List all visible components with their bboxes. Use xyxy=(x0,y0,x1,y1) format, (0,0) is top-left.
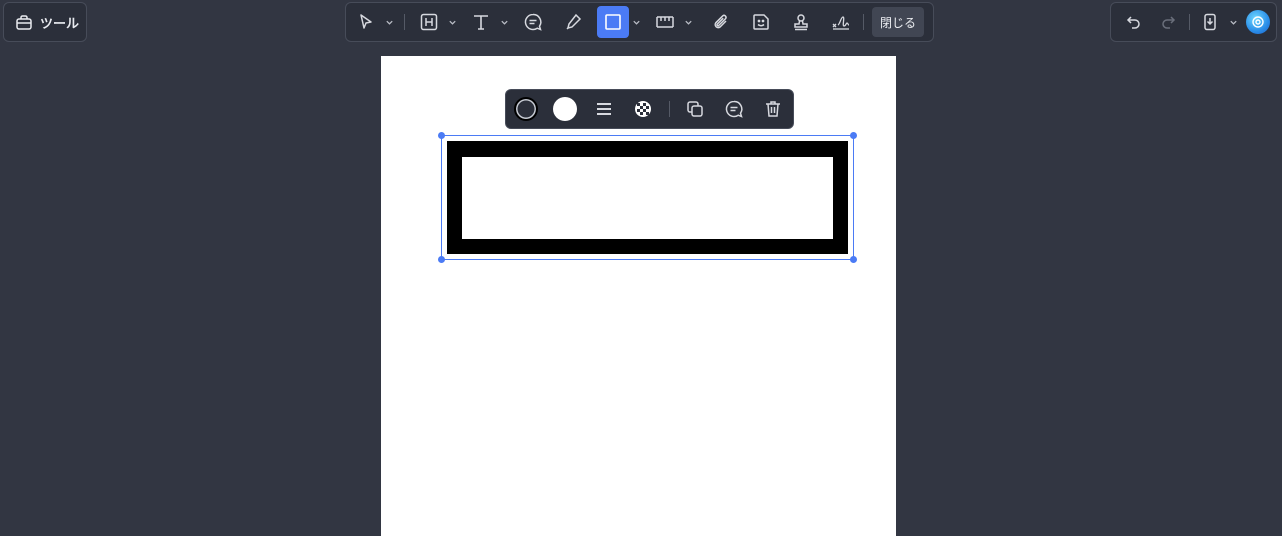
toolbar-divider xyxy=(668,101,670,117)
ai-assistant-icon[interactable] xyxy=(1246,10,1270,34)
chevron-down-icon[interactable] xyxy=(629,6,643,38)
toolbar-divider xyxy=(1189,14,1190,30)
fill-color-icon[interactable] xyxy=(549,93,580,125)
history-panel xyxy=(1110,2,1277,42)
resize-handle-bottom-left[interactable] xyxy=(438,256,445,263)
toolbar-divider xyxy=(404,14,405,30)
chevron-down-icon[interactable] xyxy=(681,6,695,38)
selection-frame[interactable] xyxy=(438,132,857,263)
comment-icon[interactable] xyxy=(719,93,750,125)
shape-context-toolbar xyxy=(505,89,794,129)
chevron-down-icon[interactable] xyxy=(382,6,396,38)
tools-menu-button[interactable]: ツール xyxy=(3,2,87,42)
line-weight-icon[interactable] xyxy=(588,93,619,125)
rectangle-shape-icon[interactable] xyxy=(597,6,629,38)
resize-handle-top-left[interactable] xyxy=(438,132,445,139)
chevron-down-icon[interactable] xyxy=(497,6,511,38)
undo-icon[interactable] xyxy=(1117,6,1149,38)
tools-label: ツール xyxy=(40,15,80,31)
stamp-icon[interactable] xyxy=(785,6,817,38)
ruler-icon[interactable] xyxy=(649,6,681,38)
chevron-down-icon[interactable] xyxy=(445,6,459,38)
text-t-icon[interactable] xyxy=(465,6,497,38)
resize-handle-top-right[interactable] xyxy=(850,132,857,139)
heading-box-icon[interactable] xyxy=(413,6,445,38)
redo-icon[interactable] xyxy=(1153,6,1185,38)
cursor-arrow-icon[interactable] xyxy=(350,6,382,38)
save-device-icon[interactable] xyxy=(1194,6,1226,38)
sticker-face-icon[interactable] xyxy=(745,6,777,38)
signature-icon[interactable] xyxy=(825,6,857,38)
opacity-checker-icon[interactable] xyxy=(627,93,658,125)
close-button[interactable]: 閉じる xyxy=(872,7,925,37)
resize-handle-bottom-right[interactable] xyxy=(850,256,857,263)
toolbox-icon xyxy=(14,12,34,32)
chevron-down-icon[interactable] xyxy=(1226,6,1240,38)
toolbar-divider xyxy=(863,14,864,30)
stroke-color-icon[interactable] xyxy=(510,93,541,125)
duplicate-icon[interactable] xyxy=(680,93,711,125)
comment-bubble-icon[interactable] xyxy=(517,6,549,38)
annotation-toolbar: 閉じる xyxy=(345,2,934,42)
marker-pen-icon[interactable] xyxy=(557,6,589,38)
paperclip-icon[interactable] xyxy=(705,6,737,38)
trash-icon[interactable] xyxy=(758,93,789,125)
